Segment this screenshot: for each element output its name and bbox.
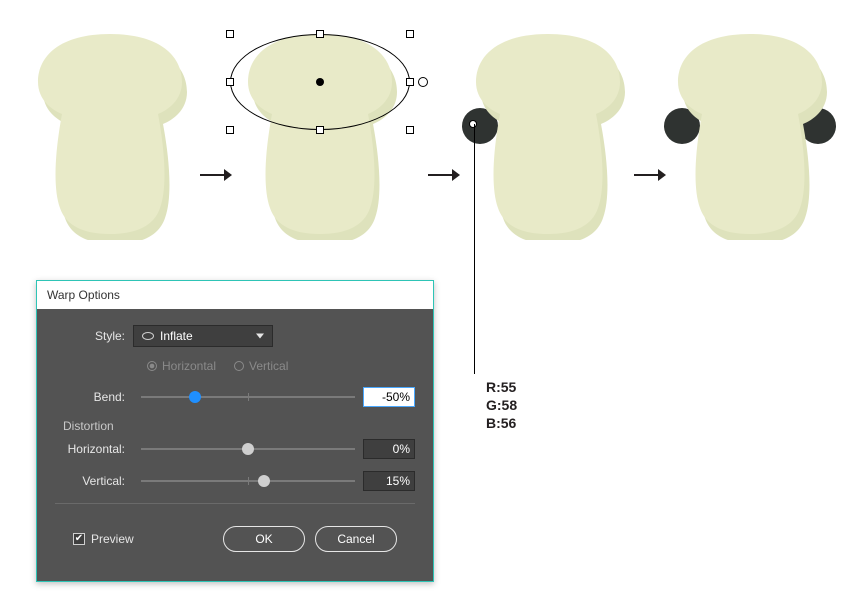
color-swatch-values: R:55 G:58 B:56 [486, 378, 517, 433]
bend-slider[interactable] [141, 396, 355, 398]
radio-horizontal-label: Horizontal [162, 359, 216, 373]
b-value: B:56 [486, 414, 517, 432]
distortion-section-label: Distortion [63, 419, 415, 433]
panda-body-shape [468, 30, 628, 240]
dialog-divider [55, 503, 415, 504]
preview-label: Preview [91, 532, 134, 546]
handle-tr[interactable] [406, 30, 414, 38]
horizontal-input[interactable] [363, 439, 415, 459]
inflate-style-icon [142, 332, 154, 340]
warp-options-dialog: Warp Options Style: Inflate Horizontal V… [36, 280, 434, 582]
cancel-button[interactable]: Cancel [315, 526, 397, 552]
handle-tc[interactable] [316, 30, 324, 38]
vertical-input[interactable] [363, 471, 415, 491]
horizontal-label: Horizontal: [55, 442, 133, 456]
ok-button[interactable]: OK [223, 526, 305, 552]
style-select[interactable]: Inflate [133, 325, 273, 347]
horizontal-slider[interactable] [141, 448, 355, 450]
handle-ml[interactable] [226, 78, 234, 86]
step-2-ellipse-selected [240, 30, 400, 240]
panda-body-shape [30, 30, 190, 240]
panda-body-shape [670, 30, 830, 240]
preview-checkbox[interactable]: ✔ Preview [73, 532, 134, 546]
bend-label: Bend: [55, 390, 133, 404]
step-4-two-ears [670, 30, 830, 240]
radio-horizontal[interactable]: Horizontal [147, 359, 216, 373]
handle-bl[interactable] [226, 126, 234, 134]
step-3-one-ear [468, 30, 628, 240]
bend-input[interactable] [363, 387, 415, 407]
center-point[interactable] [316, 78, 324, 86]
radio-bullet-icon [147, 361, 157, 371]
g-value: G:58 [486, 396, 517, 414]
illustration-canvas [30, 30, 820, 260]
callout-origin-circle [469, 120, 477, 128]
vertical-slider-thumb[interactable] [258, 475, 270, 487]
style-select-value: Inflate [160, 329, 193, 343]
radio-vertical[interactable]: Vertical [234, 359, 288, 373]
bounding-box[interactable] [230, 34, 410, 130]
arrow-icon [428, 165, 460, 185]
arrow-icon [200, 165, 232, 185]
r-value: R:55 [486, 378, 517, 396]
handle-mr[interactable] [406, 78, 414, 86]
vertical-slider[interactable] [141, 480, 355, 482]
rotation-handle[interactable] [418, 77, 428, 87]
radio-bullet-icon [234, 361, 244, 371]
vertical-label: Vertical: [55, 474, 133, 488]
style-label: Style: [55, 329, 133, 343]
radio-vertical-label: Vertical [249, 359, 288, 373]
chevron-down-icon [256, 334, 264, 339]
dialog-title: Warp Options [37, 281, 433, 309]
bend-slider-thumb[interactable] [189, 391, 201, 403]
horizontal-slider-thumb[interactable] [242, 443, 254, 455]
step-1-base-body [30, 30, 190, 240]
arrow-icon [634, 165, 666, 185]
checkmark-icon: ✔ [73, 533, 85, 545]
handle-br[interactable] [406, 126, 414, 134]
orientation-radio-group: Horizontal Vertical [55, 359, 415, 373]
callout-line [474, 124, 475, 374]
handle-bc[interactable] [316, 126, 324, 134]
handle-tl[interactable] [226, 30, 234, 38]
